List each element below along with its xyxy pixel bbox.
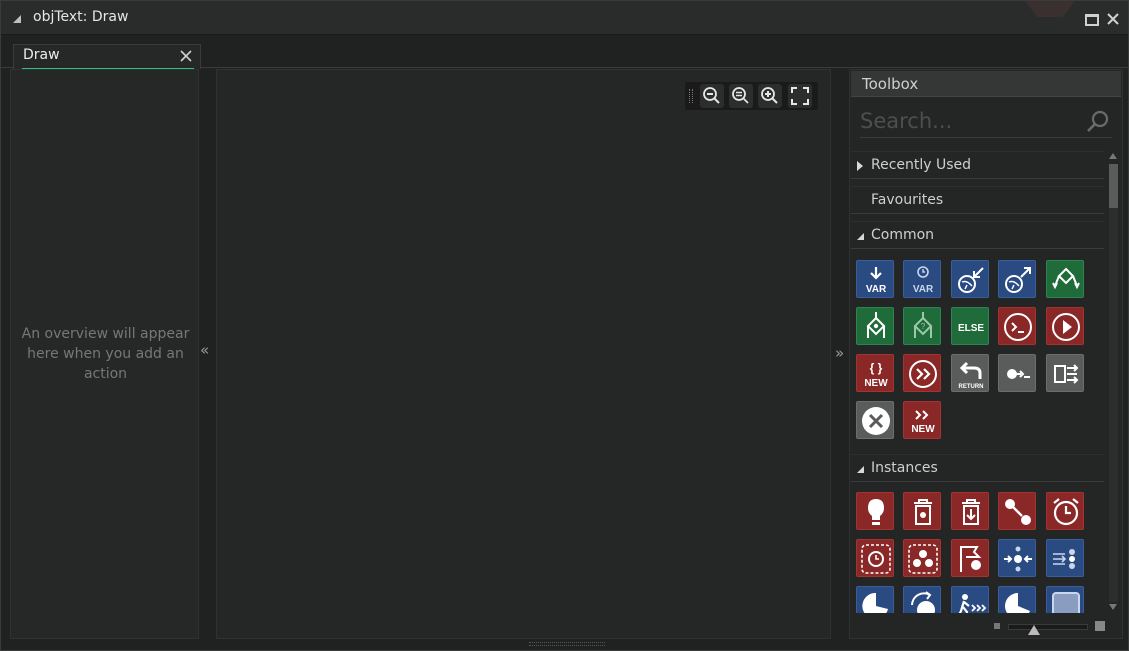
collapse-overview-icon[interactable]: « [200,341,209,359]
tab-draw[interactable]: Draw [13,44,201,70]
window-notch [1025,1,1075,17]
toolbox-scrollbar[interactable] [1107,152,1120,612]
svg-text:VAR: VAR [913,284,934,295]
section-label: Recently Used [871,157,972,173]
section-label: Common [871,227,935,243]
maximize-icon[interactable] [1085,14,1099,26]
overview-panel: An overview will appear here when you ad… [10,69,199,639]
destroy-at-position-icon[interactable] [951,492,989,530]
declare-global-icon[interactable] [951,260,989,298]
return-icon[interactable]: RETURN [951,354,989,392]
call-user-event-icon[interactable] [903,354,941,392]
drag-handle-icon[interactable] [689,89,693,103]
set-alarm-icon[interactable] [1046,492,1084,530]
tab-label: Draw [23,47,60,63]
toolbox-title: Toolbox [862,75,919,93]
instance-exists-icon[interactable] [951,539,989,577]
large-size-icon [1095,621,1105,631]
fit-to-screen-button[interactable] [788,84,812,108]
small-size-icon [994,623,1000,629]
switch-icon[interactable] [1046,354,1084,392]
create-instance-icon[interactable] [856,492,894,530]
window-title: objText: Draw [33,9,129,25]
search-icon[interactable] [1086,110,1110,134]
instance-count-icon[interactable] [903,539,941,577]
close-icon[interactable] [1105,11,1121,27]
execute-code-icon[interactable] [998,307,1036,345]
scroll-track[interactable] [1109,164,1118,602]
tab-strip: Draw [1,36,1128,70]
expand-arrow-icon [857,161,863,171]
new-constructor-icon[interactable]: NEW [903,401,941,439]
overview-empty-message: An overview will appear here when you ad… [21,326,190,382]
set-path-icon[interactable] [951,586,989,613]
assign-temp-variable-icon[interactable]: VAR [903,260,941,298]
expand-toolbox-icon[interactable]: » [835,344,844,362]
resize-grip[interactable] [529,642,605,646]
zoom-reset-icon [732,87,749,104]
search-input[interactable] [860,106,1080,136]
section-common[interactable]: Common [851,221,1104,249]
else-icon[interactable]: ELSE [951,307,989,345]
toolbox-search [860,104,1112,138]
scroll-up-icon[interactable] [1109,153,1117,159]
execute-script-icon[interactable] [998,354,1036,392]
zoom-out-icon [703,87,720,104]
get-alarm-icon[interactable] [856,539,894,577]
section-recently-used[interactable]: Recently Used [851,151,1104,179]
zoom-toolbar [685,82,818,110]
toolbox-panel: Toolbox Recently Used Favourites Common … [849,69,1123,639]
section-instances[interactable]: Instances [851,454,1104,482]
svg-text:NEW: NEW [864,378,888,389]
exit-event-icon[interactable] [856,401,894,439]
bounce-icon[interactable] [998,586,1036,613]
destroy-instance-icon[interactable] [903,492,941,530]
zoom-reset-button[interactable] [729,84,753,108]
set-speed-icon[interactable] [856,586,894,613]
function-call-icon[interactable] [1046,307,1084,345]
wrap-room-icon[interactable] [1046,586,1084,613]
toolbox-header: Toolbox [851,71,1121,97]
slider-rail[interactable] [1008,624,1088,630]
set-direction-icon[interactable] [903,586,941,613]
collapse-arrow-icon [857,233,864,240]
svg-text:NEW: NEW [911,424,935,435]
svg-text:{ }: { } [870,361,883,375]
editor-window: objText: Draw Draw An overview will appe… [0,0,1129,651]
section-label: Instances [871,460,938,476]
svg-text:VAR: VAR [866,284,887,295]
svg-text:RETURN: RETURN [959,384,984,390]
if-expression-icon[interactable] [856,307,894,345]
change-instance-icon[interactable] [998,492,1036,530]
zoom-in-icon [761,87,778,104]
move-towards-icon[interactable] [1046,539,1084,577]
titlebar: objText: Draw [1,1,1128,35]
section-label: Favourites [871,192,944,208]
if-expression-alt-icon[interactable]: ? [903,307,941,345]
scroll-thumb[interactable] [1109,164,1118,208]
section-favourites[interactable]: Favourites [851,186,1104,214]
if-variable-icon[interactable] [1046,260,1084,298]
jump-to-point-icon[interactable] [998,539,1036,577]
collapse-arrow-icon [857,466,864,473]
instances-actions-grid [856,492,1096,613]
slider-knob[interactable] [1028,625,1040,635]
fit-to-screen-icon [791,87,809,105]
zoom-in-button[interactable] [758,84,782,108]
declare-new-struct-icon[interactable]: { } NEW [856,354,894,392]
svg-text:?: ? [921,322,926,331]
zoom-out-button[interactable] [700,84,724,108]
assign-variable-icon[interactable]: VAR [856,260,894,298]
svg-text:ELSE: ELSE [958,323,984,334]
scroll-down-icon[interactable] [1109,604,1117,610]
tab-close-icon[interactable] [180,50,192,62]
get-global-icon[interactable] [998,260,1036,298]
icon-size-slider[interactable] [994,621,1106,635]
collapse-icon[interactable] [13,15,21,23]
action-canvas[interactable] [216,69,831,639]
